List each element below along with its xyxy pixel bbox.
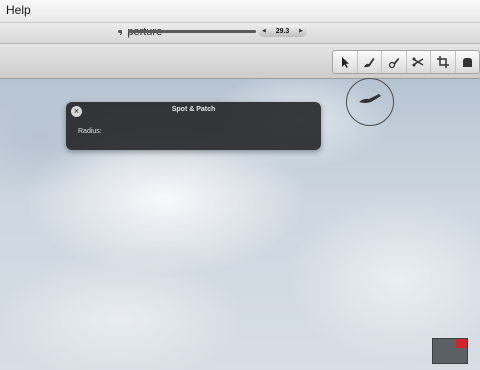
menu-bar: Help (0, 0, 480, 23)
stepper-decrement-icon[interactable]: ◀ (262, 28, 266, 34)
brush-cursor-icon (359, 94, 381, 103)
toolbar (0, 44, 480, 79)
navigator-viewport[interactable] (456, 339, 467, 348)
radius-value[interactable]: 29.3 (276, 28, 290, 35)
red-eye-icon (463, 58, 473, 67)
radius-slider-track[interactable] (118, 30, 256, 33)
brush-cursor (346, 78, 394, 126)
spot-patch-hud: × Spot & Patch Radius: (66, 102, 321, 150)
radius-value-stepper[interactable]: ◀ 29.3 ▶ (258, 25, 307, 37)
crop-icon (436, 56, 449, 68)
hud-title: Spot & Patch (171, 106, 216, 113)
adjustment-tools (332, 50, 480, 74)
retouch-tool-button[interactable] (358, 51, 382, 73)
navigator-thumbnail[interactable] (432, 338, 468, 364)
spot-patch-icon (388, 58, 400, 69)
red-eye-tool-button[interactable] (456, 51, 480, 73)
lift-stamp-icon (412, 57, 424, 67)
stepper-increment-icon[interactable]: ▶ (299, 28, 303, 34)
menu-help[interactable]: Help (6, 3, 31, 17)
retouch-brush-icon (364, 58, 375, 68)
lift-stamp-tool-button[interactable] (407, 51, 431, 73)
radius-slider-thumb[interactable] (122, 27, 128, 35)
spot-patch-tool-button[interactable] (382, 51, 407, 73)
pointer-icon (341, 57, 349, 68)
radius-label: Radius: (78, 128, 102, 135)
pointer-tool-button[interactable] (333, 51, 358, 73)
crop-tool-button[interactable] (431, 51, 456, 73)
window-title-bar: Aperture (0, 23, 480, 44)
aperture-screen: Help Aperture (0, 0, 480, 370)
